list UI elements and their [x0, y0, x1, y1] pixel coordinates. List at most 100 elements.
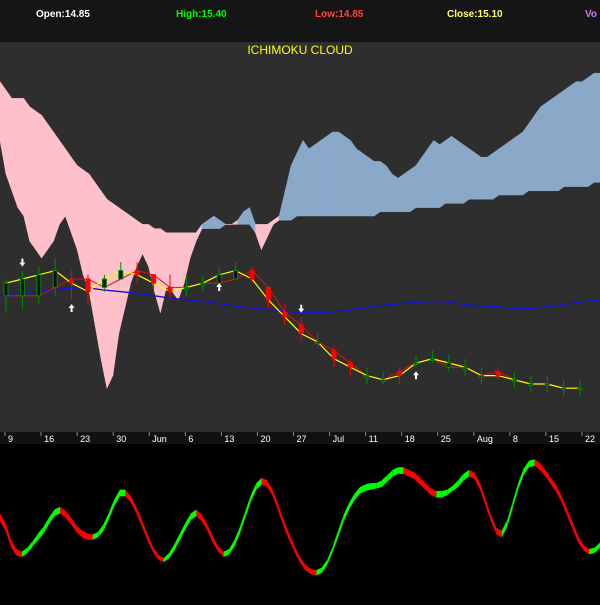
- candle-body: [19, 278, 25, 297]
- oscillator-segment: [365, 483, 371, 491]
- open-label: Open:14.85: [36, 9, 90, 20]
- cloud-segment: [391, 173, 399, 213]
- candle-body: [561, 387, 567, 391]
- cloud-segment: [546, 97, 553, 192]
- chart-window: Open:14.85 High:15.40 Low:14.85 Close:15…: [0, 0, 600, 600]
- candle-body: [249, 270, 255, 280]
- cloud-segment: [445, 135, 452, 204]
- cloud-segment: [166, 232, 173, 293]
- candle-body: [397, 370, 403, 377]
- cloud-segment: [587, 72, 595, 188]
- candle-body: [167, 286, 173, 293]
- cloud-segment: [463, 144, 470, 204]
- cloud-segment: [552, 93, 559, 192]
- cloud-segment: [581, 76, 589, 187]
- cloud-segment: [59, 139, 66, 226]
- cloud-segment: [368, 156, 375, 217]
- cloud-segment: [504, 139, 512, 196]
- cloud-segment: [23, 97, 30, 242]
- candle-body: [364, 375, 370, 378]
- cloud-segment: [332, 131, 339, 217]
- chart-canvas: Open:14.85 High:15.40 Low:14.85 Close:15…: [0, 0, 600, 600]
- cloud-segment: [474, 152, 482, 200]
- date-tick-label: 13: [224, 434, 234, 444]
- date-tick-label: 30: [116, 434, 126, 444]
- date-tick-label: Jun: [152, 434, 167, 444]
- volume-label: Vo: [585, 9, 597, 20]
- candle-body: [216, 274, 222, 284]
- date-tick-label: 25: [441, 434, 451, 444]
- cloud-segment: [41, 114, 48, 259]
- cloud-segment: [451, 135, 458, 204]
- header-bar: [0, 0, 600, 42]
- candle-body: [282, 312, 288, 318]
- cloud-segment: [469, 148, 476, 200]
- candle-body: [52, 270, 58, 288]
- candle-body: [577, 387, 583, 391]
- cloud-segment: [558, 89, 565, 192]
- candle-body: [479, 375, 485, 378]
- oscillator-panel: [0, 444, 600, 600]
- cloud-segment: [540, 102, 547, 192]
- chart-title: ICHIMOKU CLOUD: [247, 43, 353, 57]
- cloud-segment: [593, 72, 600, 183]
- candle-body: [495, 370, 501, 377]
- candle-body: [69, 278, 75, 284]
- cloud-segment: [516, 131, 524, 196]
- cloud-segment: [35, 110, 42, 259]
- date-tick-label: 20: [260, 434, 270, 444]
- candle-body: [347, 362, 353, 368]
- cloud-segment: [522, 122, 529, 196]
- low-label: Low:14.85: [315, 9, 364, 20]
- cloud-segment: [492, 148, 500, 200]
- candle-body: [544, 383, 550, 386]
- candle-body: [413, 362, 419, 365]
- candle-body: [331, 349, 337, 360]
- date-tick-label: 23: [80, 434, 90, 444]
- cloud-segment: [570, 81, 577, 187]
- date-tick-label: 22: [585, 434, 595, 444]
- date-tick-label: 15: [549, 434, 559, 444]
- cloud-segment: [564, 85, 571, 187]
- candle-body: [183, 286, 189, 290]
- date-tick-label: 6: [188, 434, 193, 444]
- cloud-segment: [374, 161, 381, 217]
- cloud-segment: [486, 152, 494, 200]
- cloud-segment: [314, 139, 322, 217]
- cloud-segment: [498, 144, 506, 196]
- cloud-segment: [71, 156, 78, 250]
- cloud-segment: [427, 139, 434, 208]
- candle-body: [134, 270, 140, 276]
- cloud-segment: [433, 139, 440, 208]
- date-tick-label: 8: [513, 434, 518, 444]
- candle-body: [265, 286, 271, 301]
- cloud-segment: [421, 148, 428, 208]
- cloud-segment: [534, 106, 541, 192]
- candle-body: [298, 324, 304, 335]
- cloud-segment: [409, 165, 417, 213]
- cloud-segment: [575, 81, 583, 187]
- date-tick-label: 27: [297, 434, 307, 444]
- cloud-segment: [82, 169, 90, 292]
- date-tick-label: 9: [8, 434, 13, 444]
- cloud-segment: [302, 139, 310, 217]
- cloud-segment: [47, 122, 54, 251]
- cloud-segment: [29, 106, 36, 251]
- cloud-segment: [528, 114, 535, 192]
- cloud-segment: [362, 152, 369, 217]
- candle-body: [528, 383, 534, 386]
- close-label: Close:15.10: [447, 9, 503, 20]
- cloud-segment: [17, 98, 25, 217]
- candle-body: [380, 379, 386, 382]
- date-tick-label: Jul: [333, 434, 345, 444]
- cloud-segment: [480, 156, 488, 200]
- cloud-segment: [356, 148, 363, 217]
- cloud-segment: [296, 140, 304, 217]
- candle-body: [151, 274, 157, 284]
- date-tick-label: 11: [369, 434, 378, 444]
- cloud-segment: [415, 156, 423, 208]
- oscillator-segment: [436, 490, 442, 498]
- date-tick-label: 16: [44, 434, 54, 444]
- date-tick-label: 18: [405, 434, 415, 444]
- candle-body: [101, 278, 107, 288]
